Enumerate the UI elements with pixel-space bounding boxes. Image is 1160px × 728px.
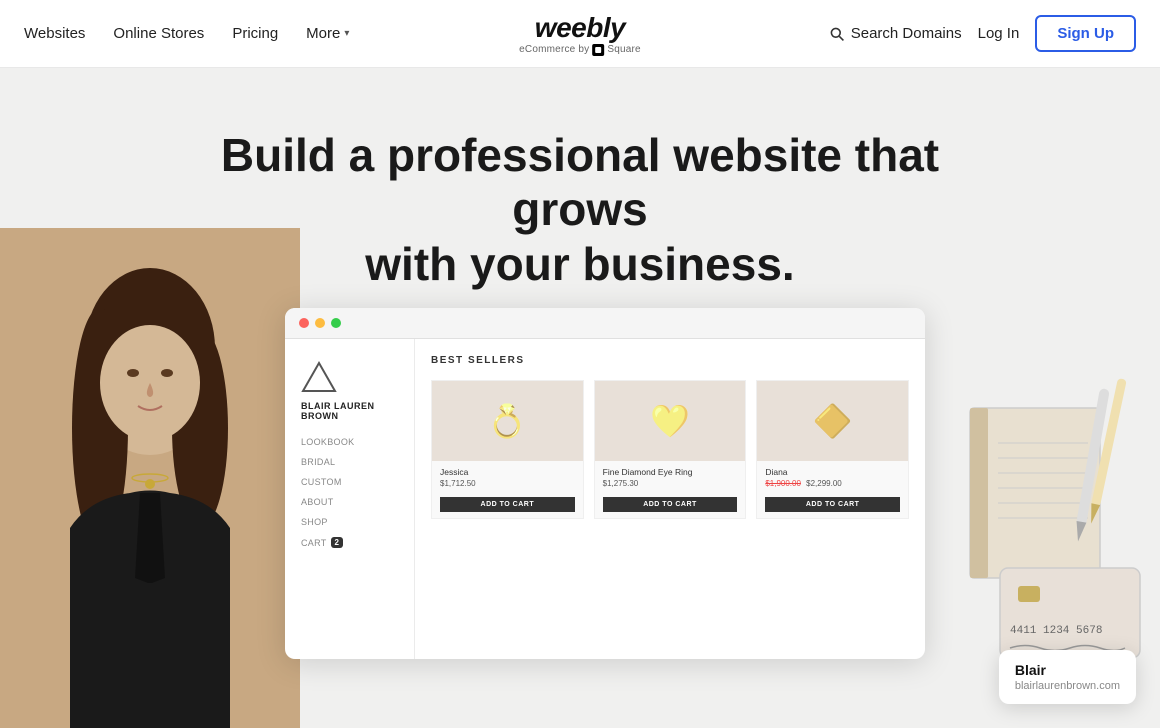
add-to-cart-button[interactable]: ADD TO CART [603, 497, 738, 512]
product-price: $1,712.50 [440, 479, 575, 488]
nav-online-stores[interactable]: Online Stores [113, 25, 204, 42]
product-name: Fine Diamond Eye Ring [603, 467, 738, 477]
add-to-cart-button[interactable]: ADD TO CART [440, 497, 575, 512]
logo-text: weebly [535, 12, 625, 44]
product-info: Fine Diamond Eye Ring $1,275.30 ADD TO C… [595, 461, 746, 518]
product-price-sale: $1,900.00 $2,299.00 [765, 479, 900, 488]
logo[interactable]: weebly eCommerce by Square [519, 12, 641, 56]
login-button[interactable]: Log In [978, 25, 1020, 42]
titlebar-dot-red [299, 318, 309, 328]
website-mockup: BLAIR LAUREN BROWN LOOKBOOK BRIDAL CUSTO… [285, 308, 925, 659]
product-sale-price: $2,299.00 [806, 479, 842, 488]
blair-card: Blair blairlaurenbrown.com [999, 650, 1136, 704]
ring-icon: 💛 [650, 402, 690, 440]
mockup-nav-lookbook: LOOKBOOK [301, 437, 398, 447]
nav-right: Search Domains Log In Sign Up [829, 15, 1136, 52]
product-original-price: $1,900.00 [765, 479, 801, 488]
product-image: 💛 [595, 381, 746, 461]
product-image: 💍 [432, 381, 583, 461]
svg-text:4411 1234 5678: 4411 1234 5678 [1010, 625, 1102, 637]
chevron-down-icon: ▾ [344, 28, 349, 39]
products-grid: 💍 Jessica $1,712.50 ADD TO CART 💛 [431, 380, 909, 519]
hero-title-line1: Build a professional website that grows [221, 129, 939, 235]
blair-card-name: Blair [1015, 662, 1120, 678]
product-card: 💍 Jessica $1,712.50 ADD TO CART [431, 380, 584, 519]
mockup-nav-about: ABOUT [301, 497, 398, 507]
product-card: 💛 Fine Diamond Eye Ring $1,275.30 ADD TO… [594, 380, 747, 519]
product-card: 🔶 Diana $1,900.00 $2,299.00 ADD TO CART [756, 380, 909, 519]
product-price: $1,275.30 [603, 479, 738, 488]
nav-left: Websites Online Stores Pricing More ▾ [24, 25, 349, 42]
brand-triangle-icon [301, 359, 337, 395]
logo-subtitle: eCommerce by Square [519, 44, 641, 56]
hero-title-line2: with your business. [365, 238, 794, 290]
cart-label: CART [301, 538, 327, 548]
header: Websites Online Stores Pricing More ▾ we… [0, 0, 1160, 68]
product-name: Jessica [440, 467, 575, 477]
search-domains-label: Search Domains [851, 25, 962, 42]
mockup-nav-bridal: BRIDAL [301, 457, 398, 467]
add-to-cart-button[interactable]: ADD TO CART [765, 497, 900, 512]
person-image [0, 228, 300, 728]
product-image: 🔶 [757, 381, 908, 461]
nav-more-label: More [306, 25, 340, 42]
mockup-nav-shop: SHOP [301, 517, 398, 527]
person-svg [0, 228, 300, 728]
mockup-main: BEST SELLERS 💍 Jessica $1,712.50 ADD TO … [415, 339, 925, 659]
product-info: Diana $1,900.00 $2,299.00 ADD TO CART [757, 461, 908, 518]
nav-more[interactable]: More ▾ [306, 25, 349, 42]
nav-pricing[interactable]: Pricing [232, 25, 278, 42]
signup-button[interactable]: Sign Up [1035, 15, 1136, 52]
titlebar-dot-green [331, 318, 341, 328]
search-icon [829, 26, 845, 42]
hero-section: Build a professional website that grows … [0, 68, 1160, 728]
mockup-content: BLAIR LAUREN BROWN LOOKBOOK BRIDAL CUSTO… [285, 339, 925, 659]
ring-icon: 🔶 [813, 402, 853, 440]
product-info: Jessica $1,712.50 ADD TO CART [432, 461, 583, 518]
brand-name: BLAIR LAUREN BROWN [301, 401, 398, 421]
titlebar-dot-yellow [315, 318, 325, 328]
product-name: Diana [765, 467, 900, 477]
mockup-nav-cart: CART 2 [301, 537, 398, 548]
mockup-nav-custom: CUSTOM [301, 477, 398, 487]
search-domains-button[interactable]: Search Domains [829, 25, 962, 42]
hero-title: Build a professional website that grows … [200, 128, 960, 291]
ring-icon: 💍 [487, 402, 527, 440]
best-sellers-label: BEST SELLERS [431, 355, 909, 366]
square-icon [592, 44, 604, 56]
cart-badge: 2 [331, 537, 344, 548]
nav-websites[interactable]: Websites [24, 25, 85, 42]
mockup-sidebar: BLAIR LAUREN BROWN LOOKBOOK BRIDAL CUSTO… [285, 339, 415, 659]
mockup-titlebar [285, 308, 925, 339]
blair-card-url: blairlaurenbrown.com [1015, 680, 1120, 692]
brand-logo: BLAIR LAUREN BROWN [301, 359, 398, 421]
